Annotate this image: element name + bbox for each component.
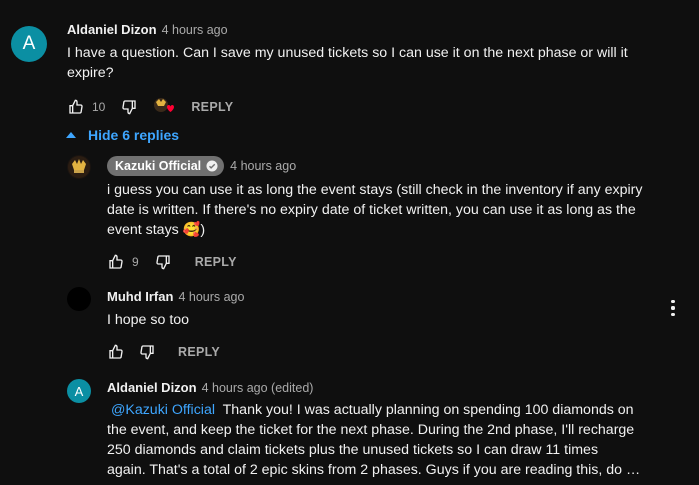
like-count: 10 bbox=[92, 100, 106, 114]
reply-item: A Aldaniel Dizon 4 hours ago (edited) @K… bbox=[0, 365, 699, 485]
avatar-letter: A bbox=[74, 383, 84, 399]
timestamp[interactable]: 4 hours ago (edited) bbox=[202, 381, 314, 395]
comment-header: Aldaniel Dizon 4 hours ago bbox=[67, 22, 228, 37]
hide-replies-button[interactable]: Hide 6 replies bbox=[66, 127, 179, 143]
thumbs-up-icon[interactable] bbox=[67, 98, 85, 116]
comment-actions: REPLY bbox=[107, 343, 220, 361]
caret-up-icon bbox=[66, 132, 76, 138]
reply-item: Kazuki Official 4 hours ago i guess you … bbox=[0, 150, 699, 275]
timestamp[interactable]: 4 hours ago bbox=[178, 290, 244, 304]
comment-header: Kazuki Official 4 hours ago bbox=[107, 156, 296, 176]
thumbs-down-icon[interactable] bbox=[120, 98, 138, 116]
comment-text: I have a question. Can I save my unused … bbox=[67, 45, 628, 81]
comment-actions: 9 REPLY bbox=[107, 253, 237, 271]
reply-button[interactable]: REPLY bbox=[195, 255, 237, 269]
toggle-label: Hide 6 replies bbox=[88, 127, 180, 143]
thumbs-up-icon[interactable] bbox=[107, 253, 125, 271]
reply-button[interactable]: REPLY bbox=[191, 100, 233, 114]
thumbs-down-icon[interactable] bbox=[138, 343, 156, 361]
avatar[interactable]: A bbox=[67, 379, 91, 403]
author-name[interactable]: Aldaniel Dizon bbox=[67, 22, 157, 37]
comment-header: Muhd Irfan 4 hours ago bbox=[107, 289, 244, 304]
more-vert-icon[interactable] bbox=[671, 300, 675, 316]
comment-thread: A Aldaniel Dizon 4 hours ago I have a qu… bbox=[0, 0, 699, 150]
comment-actions: 10 REPLY bbox=[67, 97, 233, 117]
comment-text-line4: again. That's a total of 2 epic skins fr… bbox=[107, 462, 641, 478]
avatar[interactable]: A bbox=[11, 26, 47, 62]
author-name: Kazuki Official bbox=[115, 159, 202, 173]
comment-line: @Kazuki Official Thank you! I was actual… bbox=[107, 400, 687, 420]
avatar-letter: A bbox=[22, 33, 36, 54]
avatar[interactable] bbox=[67, 287, 91, 311]
author-name[interactable]: Muhd Irfan bbox=[107, 289, 173, 304]
avatar[interactable] bbox=[67, 155, 91, 179]
reply-item: Muhd Irfan 4 hours ago I hope so too REP… bbox=[0, 275, 699, 365]
author-name[interactable]: Aldaniel Dizon bbox=[107, 380, 197, 395]
comment-text-line2: the event, and keep the ticket for the n… bbox=[107, 422, 635, 438]
comment-text: i guess you can use it as long the event… bbox=[107, 182, 643, 238]
thumbs-down-icon[interactable] bbox=[154, 253, 172, 271]
comment-text: @Kazuki Official Thank you! I was actual… bbox=[107, 400, 687, 480]
creator-heart-icon bbox=[152, 97, 176, 117]
verified-check-icon bbox=[206, 160, 218, 172]
comment-text: I hope so too bbox=[107, 312, 190, 328]
timestamp[interactable]: 4 hours ago bbox=[162, 23, 228, 37]
timestamp[interactable]: 4 hours ago bbox=[230, 159, 296, 173]
reply-button[interactable]: REPLY bbox=[178, 345, 220, 359]
like-count: 9 bbox=[132, 255, 139, 269]
comment-header: Aldaniel Dizon 4 hours ago (edited) bbox=[107, 380, 313, 395]
mention-link[interactable]: @Kazuki Official bbox=[111, 402, 215, 418]
thumbs-up-icon[interactable] bbox=[107, 343, 125, 361]
creator-badge[interactable]: Kazuki Official bbox=[107, 156, 225, 176]
comment-text-line1: Thank you! I was actually planning on sp… bbox=[222, 402, 634, 418]
comment-text-line3: 250 diamonds and claim tickets plus the … bbox=[107, 442, 599, 458]
